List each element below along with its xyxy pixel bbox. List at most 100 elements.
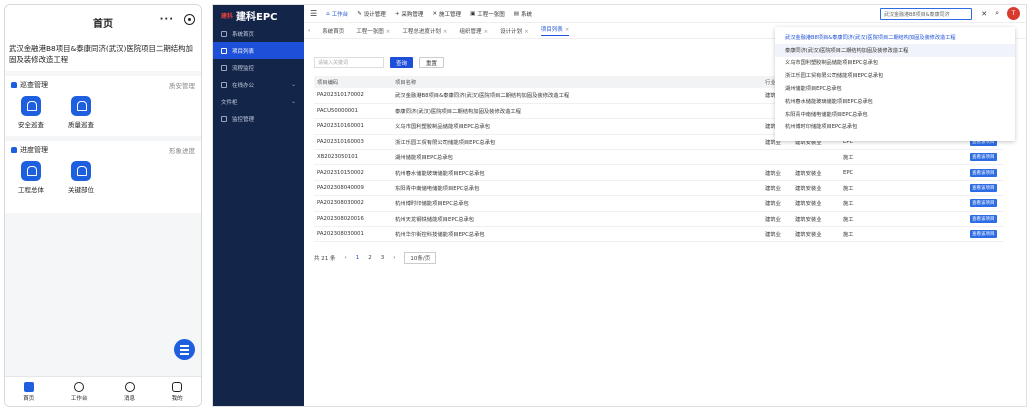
suggestion-item[interactable]: 浙江乐园工贸有限公司储能项目EPC总承包 bbox=[775, 69, 1015, 82]
tab-project-list[interactable]: 项目列表 × bbox=[540, 25, 570, 36]
table-cell: PA202308030002 bbox=[314, 195, 392, 212]
chat-icon bbox=[124, 381, 135, 392]
table-cell: 建筑安装业 bbox=[792, 164, 840, 181]
table-cell: PACU50000001 bbox=[314, 103, 392, 120]
table-cell: 杭州博时印储能项目EPC总承包 bbox=[392, 195, 762, 212]
user-icon bbox=[172, 381, 183, 392]
screenshot-root: 首页 ··· 武汉金融港B8项目&泰康同济(武汉)医院项目二期结构加固及装修改造… bbox=[0, 0, 1031, 413]
project-search-input[interactable]: 武汉金融港B8项目&泰康同济 bbox=[880, 8, 972, 20]
sidebar-item-label: 在线办公 bbox=[232, 82, 255, 89]
avatar[interactable]: T bbox=[1007, 7, 1020, 20]
topnav-map[interactable]: ▣ 工程一张图 bbox=[470, 10, 505, 18]
suggestion-item[interactable]: 泰康同济(武汉)医院项目二期结构加固及装修改造工程 bbox=[775, 43, 1015, 57]
query-button[interactable]: 查询 bbox=[390, 57, 414, 68]
topnav-procurement[interactable]: + 采购管理 bbox=[395, 10, 424, 18]
sidebar-item-monitor[interactable]: 监控管理 bbox=[213, 110, 304, 127]
home-icon bbox=[221, 30, 227, 37]
more-icon[interactable]: ··· bbox=[160, 14, 174, 25]
suggestion-item[interactable]: 湖州储能项目EPC总承包 bbox=[775, 82, 1015, 95]
progress-card: 进度管理 形象进度 工程总体 关键部位 bbox=[5, 141, 201, 213]
close-icon[interactable]: × bbox=[483, 29, 488, 35]
table-row: PA202308030002 杭州博时印储能项目EPC总承包 建筑业 建筑安装业 施工 查… bbox=[314, 195, 1004, 212]
tab-home[interactable]: 系统首页 bbox=[322, 27, 344, 35]
topnav-construction[interactable]: ✕ 施工管理 bbox=[432, 10, 461, 18]
tab-schedule[interactable]: 工程总进度计划 × bbox=[402, 27, 447, 35]
menu-icon bbox=[180, 349, 189, 351]
key-parts-label: 关键部位 bbox=[68, 186, 94, 194]
suggestion-item[interactable]: 义乌市国利塑胶制品储能项目EPC总承包 bbox=[775, 57, 1015, 70]
sidebar-item-file-cabinet[interactable]: 文件柜 ⌄ bbox=[213, 93, 304, 110]
tab-design-plan[interactable]: 设计计划 × bbox=[500, 27, 529, 35]
page-size-select[interactable]: 10条/页 bbox=[404, 252, 437, 265]
topnav-system[interactable]: ▤ 系统 bbox=[514, 10, 532, 18]
suggestion-item[interactable]: 东阳青中南储电储能项目EPC总承包 bbox=[775, 108, 1015, 121]
view-project-button[interactable]: 查看该项目 bbox=[970, 153, 997, 162]
topnav-design[interactable]: ✎ 设计管理 bbox=[357, 10, 386, 18]
close-capsule-icon[interactable] bbox=[184, 14, 195, 25]
page-3[interactable]: 3 bbox=[381, 255, 385, 261]
prev-page-icon[interactable]: ‹ bbox=[345, 255, 347, 261]
close-icon[interactable]: × bbox=[565, 27, 570, 33]
close-icon[interactable]: × bbox=[386, 29, 391, 35]
sidebar-item-flow-monitor[interactable]: 流程监控 bbox=[213, 59, 304, 76]
flow-icon bbox=[221, 64, 227, 71]
view-project-button[interactable]: 查看该项目 bbox=[970, 199, 997, 208]
suggestion-item[interactable]: 武汉金融港B8项目&泰康同济(武汉)医院项目二期结构加固及装修改造工程 bbox=[775, 31, 1015, 44]
view-project-button[interactable]: 查看该项目 bbox=[970, 230, 997, 239]
view-project-button[interactable]: 查看该项目 bbox=[970, 214, 997, 223]
table-cell: 杭州华尔街控科技储能项目EPC总承包 bbox=[392, 226, 762, 243]
sidebar-item-home[interactable]: 系统首页 bbox=[213, 25, 304, 42]
view-project-button[interactable]: 查看该项目 bbox=[970, 168, 997, 177]
tab-workbench[interactable]: 工作台 bbox=[71, 381, 87, 402]
logo-mark: 建科 bbox=[221, 12, 234, 20]
table-cell: 建筑业 bbox=[762, 164, 792, 181]
next-page-icon[interactable]: › bbox=[393, 255, 395, 261]
table-cell: 施工 bbox=[840, 149, 912, 166]
table-cell-action[interactable]: 查看该项目 bbox=[967, 180, 1004, 197]
table-cell: 杭州天龙钢铁储能项目EPC总承包 bbox=[392, 211, 762, 228]
hamburger-icon[interactable]: ☰ bbox=[310, 9, 317, 18]
tabs-back-icon[interactable]: ‹ bbox=[308, 28, 310, 34]
view-project-button[interactable]: 查看该项目 bbox=[970, 184, 997, 193]
overall-progress-button[interactable]: 工程总体 bbox=[13, 161, 49, 194]
suggestion-item[interactable]: 杭州博时印储能项目EPC总承包 bbox=[775, 121, 1015, 134]
table-cell bbox=[912, 164, 967, 181]
table-cell bbox=[912, 149, 967, 166]
table-row: XB2023050101 湖州储能项目EPC总承包 施工 查看该项目 bbox=[314, 149, 1004, 166]
table-cell-action[interactable]: 查看该项目 bbox=[967, 164, 1004, 181]
key-parts-button[interactable]: 关键部位 bbox=[63, 161, 99, 194]
suggestion-item[interactable]: 杭州春水储能玻璃储能项目EPC总承包 bbox=[775, 95, 1015, 108]
topnav-workbench[interactable]: ⌂ 工作台 bbox=[326, 10, 348, 18]
bell-icon bbox=[71, 161, 91, 181]
tab-messages[interactable]: 消息 bbox=[124, 381, 135, 402]
fullscreen-icon[interactable]: ✕ bbox=[981, 10, 987, 18]
mobile-project-name[interactable]: 武汉金融港B8项目&泰康同济(武汉)医院项目二期结构加固及装修改造工程 bbox=[5, 39, 201, 71]
quality-patrol-button[interactable]: 质量巡查 bbox=[63, 96, 99, 129]
section-link[interactable]: 形象进度 bbox=[169, 145, 195, 155]
table-cell-action[interactable]: 查看该项目 bbox=[967, 195, 1004, 212]
close-icon[interactable]: × bbox=[524, 29, 529, 35]
sidebar-item-online-office[interactable]: 在线办公 ⌄ bbox=[213, 76, 304, 93]
tab-label: 我的 bbox=[171, 395, 183, 402]
mini-program-capsule[interactable]: ··· bbox=[160, 14, 195, 25]
tab-org[interactable]: 组织管理 × bbox=[459, 27, 488, 35]
table-cell-action[interactable]: 查看该项目 bbox=[967, 149, 1004, 166]
sidebar-item-project-list[interactable]: 项目列表 bbox=[213, 42, 304, 59]
table-cell-action[interactable]: 查看该项目 bbox=[967, 211, 1004, 228]
close-icon[interactable]: × bbox=[443, 29, 448, 35]
tab-mine[interactable]: 我的 bbox=[171, 381, 183, 402]
topnav-label: 工作台 bbox=[331, 11, 349, 18]
keyword-input[interactable]: 请输入关键词 bbox=[314, 57, 384, 68]
menu-fab-button[interactable] bbox=[174, 339, 195, 360]
page-1[interactable]: 1 bbox=[356, 255, 360, 261]
table-cell-action[interactable]: 查看该项目 bbox=[967, 226, 1004, 243]
reset-button[interactable]: 重置 bbox=[419, 57, 445, 68]
safety-patrol-button[interactable]: 安全巡查 bbox=[13, 96, 49, 129]
page-2[interactable]: 2 bbox=[368, 255, 372, 261]
section-link[interactable]: 质安管理 bbox=[169, 80, 195, 90]
tab-project-map[interactable]: 工程一张图 × bbox=[356, 27, 390, 35]
desktop-app: 建科 建科EPC 系统首页 项目列表 流程监控 在线办公 ⌄ 文件柜 ⌄ 监控管理 … bbox=[212, 4, 1027, 407]
search-icon[interactable]: ⌕ bbox=[995, 9, 999, 18]
tab-home[interactable]: 首页 bbox=[23, 381, 34, 402]
mobile-app: 首页 ··· 武汉金融港B8项目&泰康同济(武汉)医院项目二期结构加固及装修改造… bbox=[4, 4, 202, 407]
